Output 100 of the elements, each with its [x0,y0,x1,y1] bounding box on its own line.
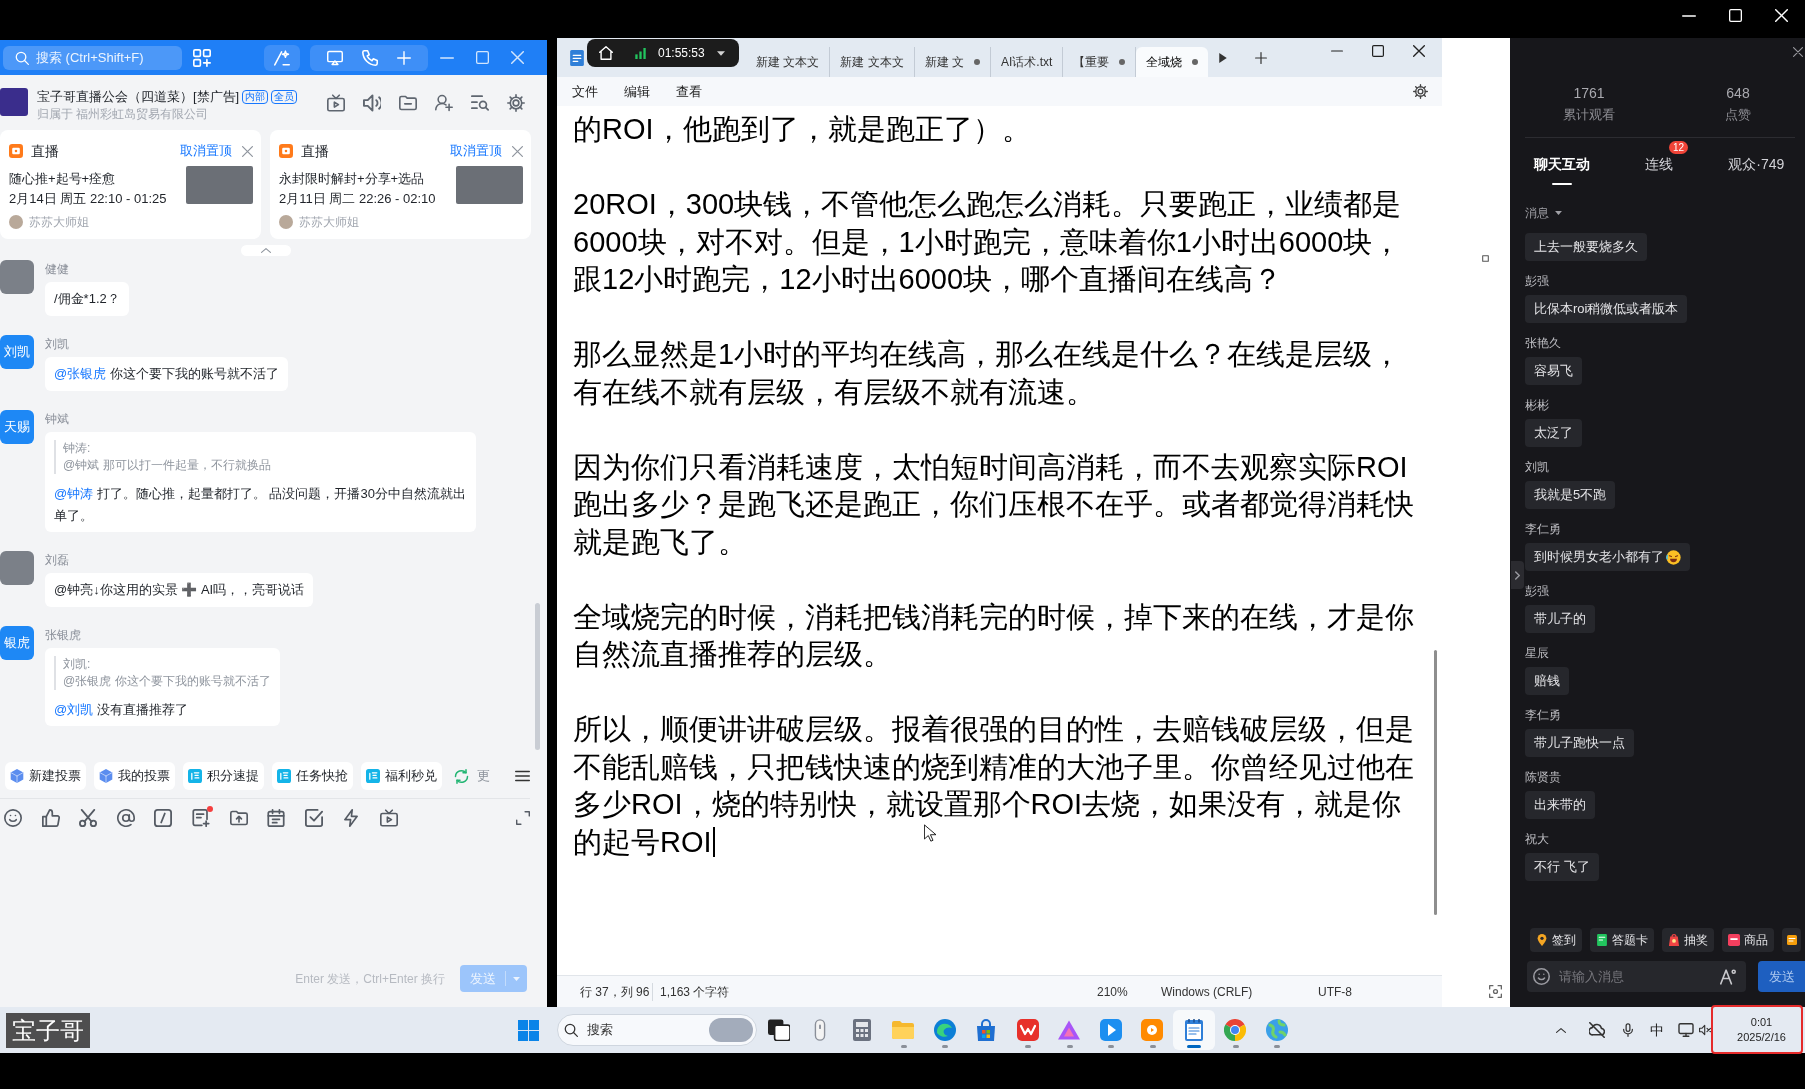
thumbs-up-icon[interactable] [41,809,60,827]
live-tab[interactable]: 连线 [1610,154,1708,174]
comment-text: 到时候男女老小都有了 [1534,548,1664,567]
speaker-muted-icon[interactable] [1698,1024,1711,1036]
checkbox-icon[interactable] [304,809,323,827]
caret-down-icon[interactable] [716,50,725,56]
menu-item[interactable]: 查看 [676,81,702,102]
text-line: 那么显然是1小时的平均在线高，那么在线是什么？在线是层级， [573,337,1402,372]
ai-writing-button[interactable] [264,44,300,71]
start-icon[interactable] [518,1019,539,1041]
recording-time: 01:55:53 [658,45,705,62]
record-tile-icon[interactable] [1141,1019,1164,1041]
scissors-icon[interactable] [79,809,98,827]
tv-icon[interactable] [379,809,398,827]
live-tab[interactable]: 观众·749 [1707,154,1805,174]
slash-box-icon[interactable] [154,809,173,827]
lightning-icon[interactable] [342,809,361,827]
quick-action-button[interactable]: 福利秒兑 [361,762,442,790]
clock-time[interactable]: 0:01 [1750,1015,1773,1030]
scrollbar-thumb[interactable] [535,603,540,750]
list-card-icon[interactable] [267,809,286,827]
new-tab-icon[interactable] [1255,51,1268,64]
mention-link[interactable]: @钟涛 [54,486,94,501]
active-app-tile[interactable] [1173,1010,1215,1050]
screenshot-icon[interactable] [1489,985,1502,998]
taskbar-search-field[interactable]: 搜索 [557,1014,757,1046]
video-thumbnail [186,166,253,204]
stat-label: 累计观看 [1563,106,1615,124]
input-method-indicator[interactable]: 中 [1649,1019,1664,1041]
avatar-image [0,551,34,585]
unpin-link[interactable]: 取消置顶 [450,141,502,161]
mention-link[interactable]: @张银虎 [54,366,107,381]
comment-author: 李仁勇 [1525,521,1561,537]
cursor-position: 行 37，列 96 [580,984,650,999]
live-tool-button[interactable]: 签到 [1530,928,1582,952]
calculator-icon[interactable] [850,1019,873,1041]
live-tool-button[interactable]: 商品 [1722,928,1774,952]
line-ending[interactable]: Windows (CRLF) [1161,984,1253,999]
play-tile-icon[interactable] [1099,1019,1122,1041]
expand-handle[interactable] [1511,561,1524,589]
tv-icon[interactable] [327,94,345,112]
close-icon[interactable] [1793,47,1803,57]
speaker-icon[interactable] [363,94,381,112]
home-icon[interactable] [599,46,613,60]
emoji-icon[interactable] [1533,968,1550,985]
quick-action-button[interactable]: 任务快抢 [272,762,353,790]
folder-upload-icon[interactable] [229,809,248,827]
comment-text: 上去一般要烧多久 [1534,238,1638,257]
font-style-icon[interactable] [1720,968,1736,985]
grid-plus-icon[interactable] [193,48,211,67]
microphone-icon[interactable] [1622,1022,1633,1038]
text-line: 所以，顺便讲讲破层级。报着很强的目的性，去赔钱破层级，但是 [573,712,1414,747]
menu-icon[interactable] [515,770,530,782]
search-list-icon[interactable] [471,94,489,112]
settings-icon[interactable] [1413,84,1428,99]
tab-overflow-icon[interactable] [1219,52,1228,63]
quick-action-button[interactable]: 积分速提 [183,762,264,790]
unpin-link[interactable]: 取消置顶 [180,141,232,161]
notepad-icon[interactable] [1182,1019,1205,1041]
monitor-icon[interactable] [1677,1023,1694,1037]
zoom-level[interactable]: 210% [1097,984,1128,999]
mention-link[interactable]: @刘凯 [54,702,94,717]
live-tab[interactable]: 聊天互动 [1513,154,1611,185]
avatar: 刘凯 [0,335,34,369]
segmented-circle-icon[interactable] [1224,1019,1247,1041]
quick-action-button[interactable]: 我的投票 [94,762,175,790]
folder-icon[interactable] [399,94,417,112]
task-view-icon[interactable] [767,1019,790,1041]
live-tile-icon [279,144,293,158]
at-sign-icon[interactable] [116,809,135,827]
phone-icon[interactable] [362,49,378,66]
menu-item[interactable]: 文件 [572,81,598,102]
menu-item[interactable]: 编辑 [624,81,650,102]
editor-tab[interactable]: 全域烧 [1136,47,1209,77]
cloud-off-icon[interactable] [1588,1022,1605,1038]
expand-icon[interactable] [516,811,530,825]
pinned-card[interactable]: 直播 取消置顶 随心推+起号+痊愈 2月14日 周五 22:10 - 01:25 苏苏大师姐 [0,130,261,239]
pinned-card[interactable]: 直播 取消置顶 永封限时解封+分享+选品 2月11日 周二 22:26 - 02:10 苏苏大师姐 [270,130,531,239]
screen-share-icon[interactable] [327,49,344,66]
shopping-bag-icon[interactable] [975,1019,998,1041]
wave-circle-icon[interactable] [933,1019,956,1041]
quick-action-button[interactable]: 新建投票 [5,762,86,790]
chevron-up-icon[interactable] [1555,1027,1566,1033]
add-user-icon[interactable] [435,94,453,112]
document-plus-icon[interactable] [191,809,210,827]
live-tool-button[interactable] [1782,928,1801,952]
scrollbar-thumb[interactable] [1434,650,1437,915]
send-button[interactable]: 发送 [1758,961,1805,992]
triangle-icon[interactable] [1058,1019,1081,1041]
maximize-icon[interactable] [1372,45,1384,57]
zigzag-tile-icon[interactable] [1016,1019,1039,1041]
encoding[interactable]: UTF-8 [1318,984,1352,999]
comment-author: 陈贤贵 [1525,769,1561,785]
live-tool-button[interactable]: 抽奖 [1662,928,1714,952]
clock-date[interactable]: 2025/2/16 [1737,1030,1786,1045]
message-filter-dropdown[interactable]: 消息 [1525,204,1562,222]
settings-icon[interactable] [507,94,525,112]
emoji-icon[interactable] [4,809,22,827]
live-tool-button[interactable]: 答题卡 [1590,928,1654,952]
close-icon[interactable] [1413,45,1425,57]
